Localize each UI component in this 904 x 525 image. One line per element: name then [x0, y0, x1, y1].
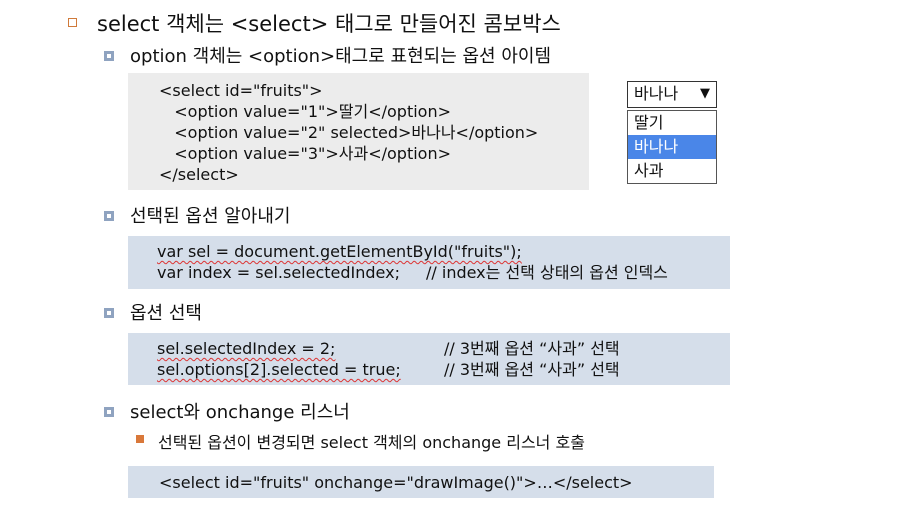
code-line: sel.selectedIndex = 2; — [157, 339, 336, 358]
code-line: <option value="2" selected>바나나</option> — [159, 123, 539, 142]
main-heading: select 객체는 <select> 태그로 만들어진 콤보박스 — [97, 12, 561, 36]
code-line: sel.options[2].selected = true; — [157, 360, 401, 379]
onchange-section-heading: select와 onchange 리스너 — [130, 402, 350, 423]
code-line: <select id="fruits"> — [159, 81, 323, 100]
option-heading: option 객체는 <option>태그로 표현되는 옵션 아이템 — [130, 46, 552, 67]
heading-bullet-icon — [68, 18, 77, 27]
onchange-description: 선택된 옵션이 변경되면 select 객체의 onchange 리스너 호출 — [158, 433, 585, 452]
select-section-bullet-icon — [104, 308, 114, 318]
code-comment: // 3번째 옵션 “사과” 선택 — [444, 360, 620, 379]
dropdown-option-strawberry[interactable]: 딸기 — [628, 111, 716, 135]
code-line: <option value="1">딸기</option> — [159, 102, 451, 121]
get-section-bullet-icon — [104, 211, 114, 221]
fruits-combobox[interactable]: 바나나 ▼ — [627, 81, 717, 108]
dropdown-option-banana[interactable]: 바나나 — [628, 135, 716, 159]
code-line: </select> — [159, 165, 239, 184]
dropdown-option-apple[interactable]: 사과 — [628, 159, 716, 183]
code-comment: // index는 선택 상태의 옵션 인덱스 — [426, 263, 668, 282]
combobox-selected-value: 바나나 — [634, 84, 679, 103]
select-code-block: sel.selectedIndex = 2; // 3번째 옵션 “사과” 선택… — [128, 333, 730, 385]
select-code-block: <select id="fruits"> <option value="1">딸… — [128, 73, 589, 190]
get-section-heading: 선택된 옵션 알아내기 — [130, 206, 291, 227]
dropdown-arrow-icon[interactable]: ▼ — [700, 82, 710, 106]
option-heading-bullet-icon — [104, 51, 114, 61]
select-section-heading: 옵션 선택 — [130, 303, 202, 324]
get-code-block: var sel = document.getElementById("fruit… — [128, 236, 730, 289]
onchange-code-block: <select id="fruits" onchange="drawImage(… — [128, 466, 714, 498]
onchange-desc-bullet-icon — [136, 435, 144, 443]
code-line: <select id="fruits" onchange="drawImage(… — [159, 473, 633, 492]
code-line: var sel = document.getElementById("fruit… — [157, 242, 522, 261]
onchange-section-bullet-icon — [104, 407, 114, 417]
code-line: <option value="3">사과</option> — [159, 144, 451, 163]
code-line: var index = sel.selectedIndex; — [157, 263, 400, 282]
code-comment: // 3번째 옵션 “사과” 선택 — [444, 339, 620, 358]
combobox-dropdown-list: 딸기 바나나 사과 — [627, 110, 717, 184]
